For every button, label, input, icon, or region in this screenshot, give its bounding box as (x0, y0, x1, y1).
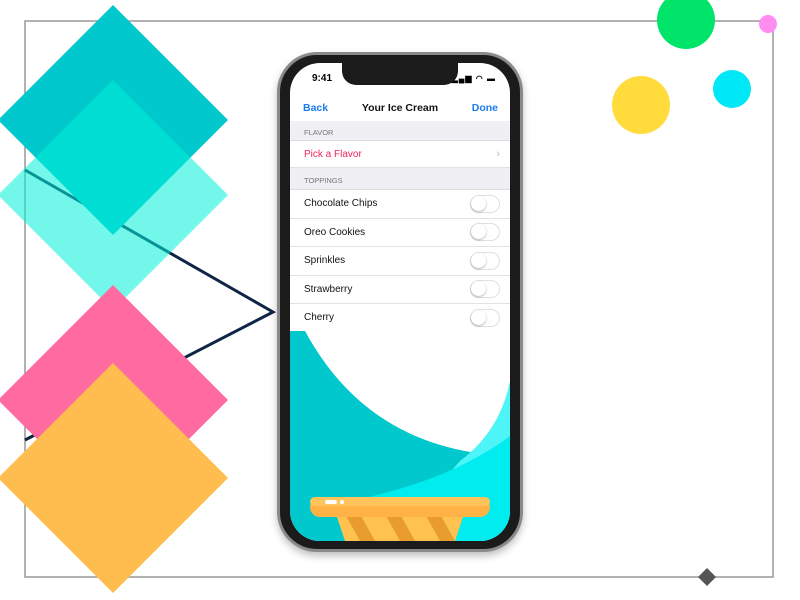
navigation-bar: Back Your Ice Cream Done (290, 95, 510, 121)
topping-toggle[interactable] (470, 223, 500, 242)
pick-flavor-label: Pick a Flavor (304, 148, 362, 160)
topping-label: Oreo Cookies (304, 226, 366, 238)
topping-toggle[interactable] (470, 251, 500, 270)
topping-label: Chocolate Chips (304, 198, 378, 210)
done-button[interactable]: Done (472, 102, 498, 114)
topping-label: Sprinkles (304, 255, 346, 267)
notch (342, 63, 458, 85)
topping-row: Sprinkles (290, 247, 510, 276)
topping-toggle[interactable] (470, 308, 500, 327)
chevron-right-icon: › (496, 148, 500, 160)
topping-label: Cherry (304, 312, 335, 324)
section-header-flavor: FLAVOR (290, 121, 510, 141)
topping-row: Strawberry (290, 275, 510, 304)
topping-toggle[interactable] (470, 280, 500, 299)
topping-row: Cherry (290, 304, 510, 333)
status-time: 9:41 (312, 73, 333, 84)
status-icons: ▂▄▆ ◠ ▬ (452, 74, 496, 83)
topping-label: Strawberry (304, 283, 353, 295)
phone-mockup: 9:41 ▂▄▆ ◠ ▬ Back Your Ice Cream Done FL… (277, 52, 523, 552)
ice-cream-illustration (290, 331, 510, 541)
phone-screen: 9:41 ▂▄▆ ◠ ▬ Back Your Ice Cream Done FL… (290, 63, 510, 541)
topping-toggle[interactable] (470, 194, 500, 213)
topping-row: Oreo Cookies (290, 218, 510, 247)
wifi-icon: ◠ (475, 74, 484, 83)
pick-flavor-row[interactable]: Pick a Flavor › (290, 141, 510, 168)
topping-row: Chocolate Chips (290, 190, 510, 219)
section-header-toppings: TOPPINGS (290, 168, 510, 190)
battery-icon: ▬ (487, 74, 496, 83)
